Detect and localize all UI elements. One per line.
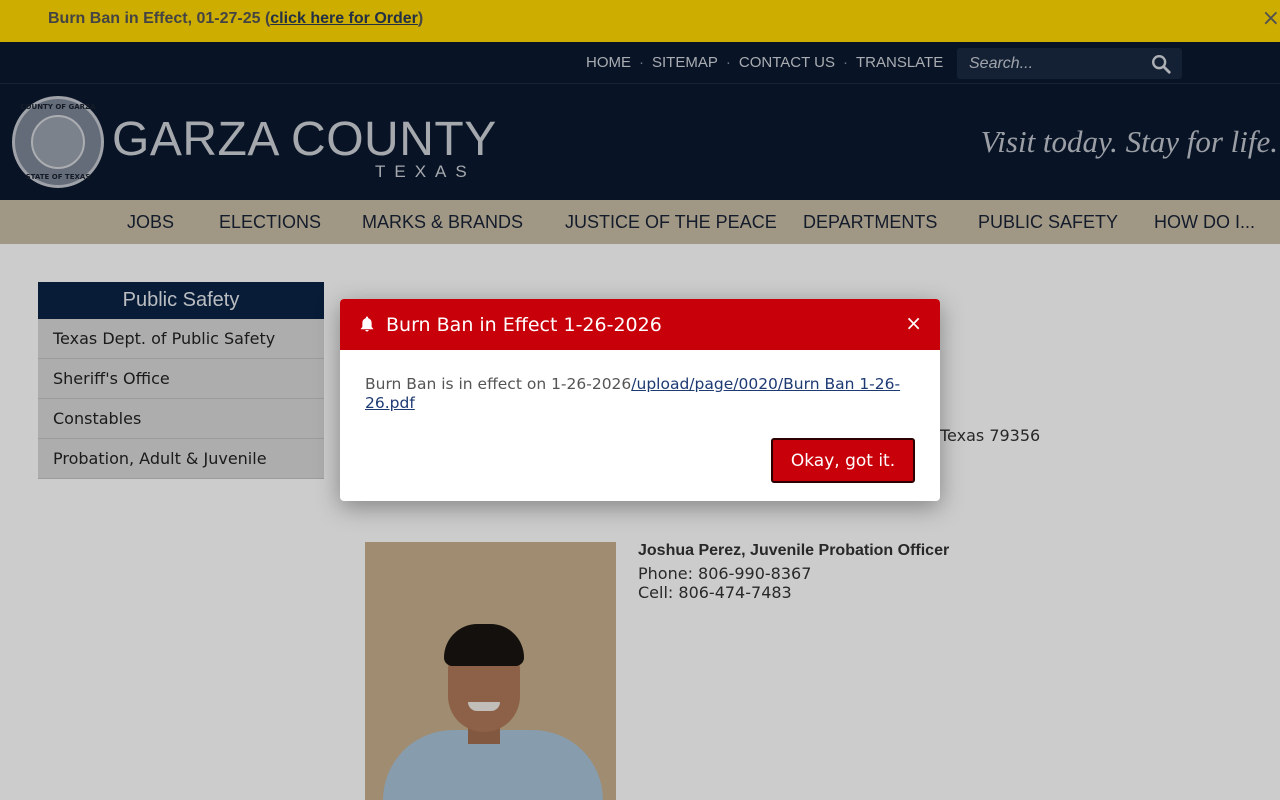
modal-close-icon[interactable]: × [905, 313, 922, 333]
burn-ban-modal: Burn Ban in Effect 1-26-2026 × Burn Ban … [340, 299, 940, 501]
modal-title: Burn Ban in Effect 1-26-2026 [386, 314, 662, 336]
modal-body-text: Burn Ban is in effect on 1-26-2026 [365, 375, 632, 393]
modal-header: Burn Ban in Effect 1-26-2026 × [340, 299, 940, 350]
okay-got-it-button[interactable]: Okay, got it. [771, 438, 915, 483]
bell-icon [360, 316, 374, 332]
modal-body: Burn Ban is in effect on 1-26-2026/uploa… [365, 375, 915, 413]
